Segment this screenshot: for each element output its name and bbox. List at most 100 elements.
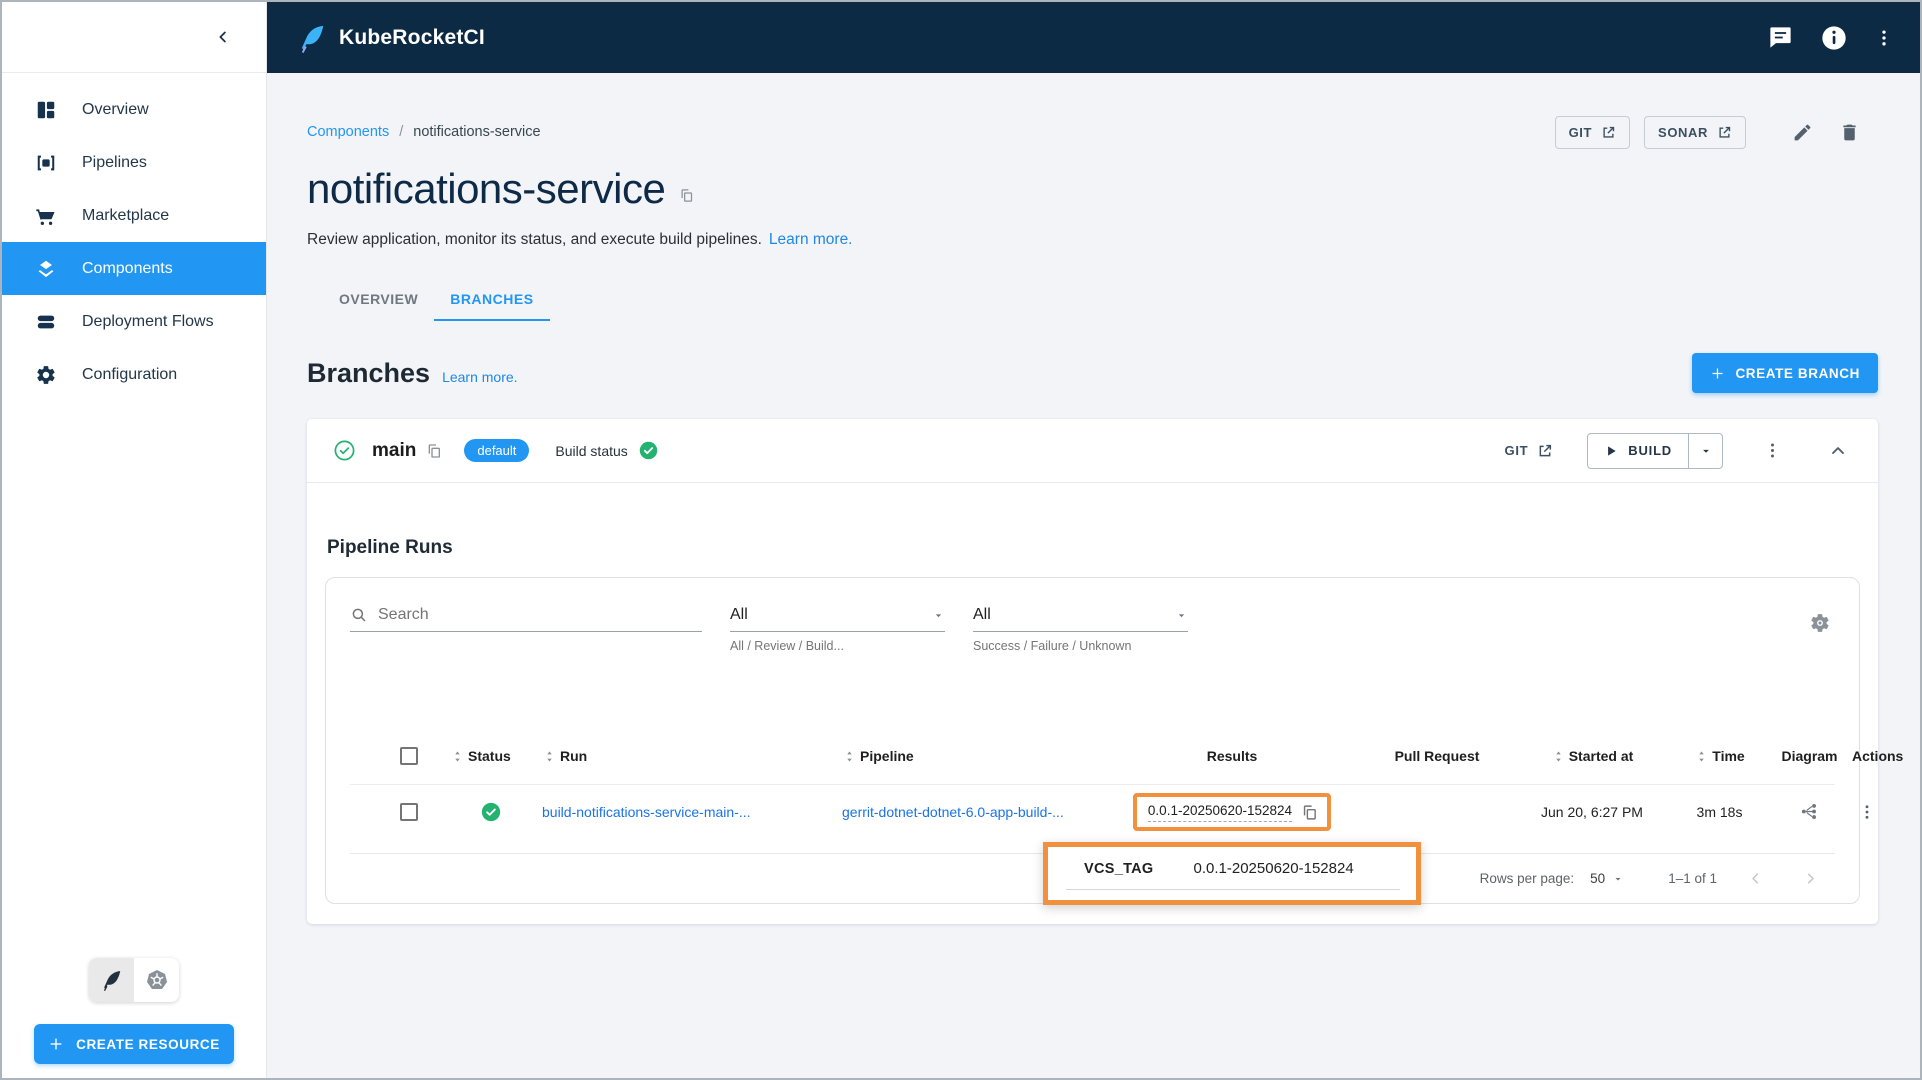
column-label: Results xyxy=(1206,748,1258,765)
column-header-run[interactable]: Run xyxy=(542,748,842,764)
kubernetes-view-toggle-button[interactable] xyxy=(134,958,179,1002)
sonar-external-button[interactable]: SONAR xyxy=(1644,115,1746,149)
pipelines-icon xyxy=(34,151,58,175)
sidebar-item-label: Components xyxy=(82,259,173,277)
run-name-link[interactable]: build-notifications-service-main-... xyxy=(542,804,751,820)
pipeline-type-filter-value: All xyxy=(730,606,748,623)
delete-component-button[interactable] xyxy=(1833,116,1866,149)
sidebar-header xyxy=(2,2,266,73)
column-label: Actions xyxy=(1852,748,1904,765)
breadcrumb-current: notifications-service xyxy=(413,124,541,140)
sidebar-item-marketplace[interactable]: Marketplace xyxy=(2,189,266,242)
branch-header-actions: GIT BUILD xyxy=(1505,432,1854,469)
feedback-button[interactable] xyxy=(1767,24,1794,51)
branches-learn-more-link[interactable]: Learn more. xyxy=(442,369,517,385)
select-all-checkbox[interactable] xyxy=(400,747,418,766)
sidebar-item-pipelines[interactable]: Pipelines xyxy=(2,136,266,189)
column-header-time[interactable]: Time xyxy=(1672,748,1767,764)
diagram-button[interactable] xyxy=(1793,795,1826,828)
build-split-button: BUILD xyxy=(1587,432,1723,469)
row-menu-button[interactable] xyxy=(1852,797,1882,827)
vcs-tag-tooltip: VCS_TAG 0.0.1-20250620-152824 xyxy=(1043,841,1421,905)
sidebar: Overview Pipelines Marketplace Component… xyxy=(2,2,267,1078)
branches-heading-row: Branches Learn more. CREATE BRANCH xyxy=(307,353,1878,393)
sidebar-collapse-button[interactable] xyxy=(214,28,232,46)
main-area: KubeRocketCI Components / notifications-… xyxy=(267,2,1920,1078)
copy-title-button[interactable] xyxy=(679,188,694,213)
create-resource-label: CREATE RESOURCE xyxy=(76,1036,220,1052)
breadcrumb-components-link[interactable]: Components xyxy=(307,124,389,140)
branch-menu-button[interactable] xyxy=(1757,435,1788,466)
caret-down-icon xyxy=(1699,444,1713,458)
sidebar-item-label: Configuration xyxy=(82,365,178,383)
learn-more-link[interactable]: Learn more. xyxy=(769,231,853,249)
git-external-button[interactable]: GIT xyxy=(1554,115,1631,149)
column-header-status[interactable]: Status xyxy=(450,748,542,764)
previous-page-button[interactable] xyxy=(1739,862,1772,895)
branch-name: main xyxy=(372,439,417,461)
topbar: KubeRocketCI xyxy=(267,2,1920,73)
rows-per-page-select[interactable]: 50 xyxy=(1590,871,1624,886)
tab-overview[interactable]: OVERVIEW xyxy=(323,277,434,321)
sidebar-item-configuration[interactable]: Configuration xyxy=(2,348,266,401)
copy-branch-name-button[interactable] xyxy=(426,443,442,459)
sidebar-item-overview[interactable]: Overview xyxy=(2,83,266,136)
chat-icon xyxy=(1767,24,1794,51)
column-label: Pipeline xyxy=(860,748,914,765)
sidebar-nav: Overview Pipelines Marketplace Component… xyxy=(2,73,266,401)
copy-icon xyxy=(1301,804,1318,821)
create-resource-button[interactable]: CREATE RESOURCE xyxy=(34,1024,234,1064)
results-cell: 0.0.1-20250620-152824 VCS_TAG 0.0.1-2025… xyxy=(1043,792,1421,905)
copy-icon xyxy=(679,188,694,203)
rows-per-page-value: 50 xyxy=(1590,871,1606,886)
pipeline-name-link[interactable]: gerrit-dotnet-dotnet-6.0-app-build-... xyxy=(842,804,1064,820)
pipeline-status-filter[interactable]: All Success / Failure / Unknown xyxy=(973,606,1188,653)
pipeline-runs-heading: Pipeline Runs xyxy=(327,537,453,558)
title-row: notifications-service xyxy=(307,165,1878,213)
kubernetes-icon xyxy=(145,968,169,992)
topbar-menu-button[interactable] xyxy=(1874,28,1894,48)
table-header-row: Status Run Pipeline Results Pull Request… xyxy=(350,741,1903,785)
edit-component-button[interactable] xyxy=(1786,116,1819,149)
results-version-text[interactable]: 0.0.1-20250620-152824 xyxy=(1147,803,1293,822)
build-button[interactable]: BUILD xyxy=(1588,434,1688,468)
branch-header: main default Build status GIT BUILD xyxy=(307,419,1878,483)
row-checkbox[interactable] xyxy=(400,802,418,821)
caret-down-icon xyxy=(1175,609,1188,622)
git-button-label: GIT xyxy=(1568,124,1593,140)
column-header-results: Results xyxy=(1102,748,1362,764)
sidebar-item-deployment-flows[interactable]: Deployment Flows xyxy=(2,295,266,348)
branch-body: Pipeline Runs Search All All / Review / … xyxy=(307,537,1903,924)
build-options-button[interactable] xyxy=(1688,433,1722,468)
column-header-pipeline[interactable]: Pipeline xyxy=(842,748,1102,764)
plus-icon xyxy=(1710,366,1725,381)
column-header-started-at[interactable]: Started at xyxy=(1512,748,1672,764)
search-input[interactable] xyxy=(378,606,702,624)
sidebar-item-components[interactable]: Components xyxy=(2,242,266,295)
build-success-icon xyxy=(638,440,659,461)
caret-down-icon xyxy=(1612,873,1624,885)
table-settings-button[interactable] xyxy=(1805,608,1835,638)
gear-icon xyxy=(34,363,58,387)
sort-icon xyxy=(450,749,465,764)
actions-cell xyxy=(1852,797,1882,827)
layers-icon xyxy=(34,257,58,281)
vcs-tag-key: VCS_TAG xyxy=(1084,860,1154,877)
chevron-left-icon xyxy=(1747,870,1764,887)
column-label: Time xyxy=(1712,748,1745,765)
pipeline-type-filter[interactable]: All All / Review / Build... xyxy=(730,606,945,653)
brand[interactable]: KubeRocketCI xyxy=(297,23,485,53)
copy-results-button[interactable] xyxy=(1301,804,1318,821)
search-icon xyxy=(350,606,368,624)
pipeline-status-filter-helper: Success / Failure / Unknown xyxy=(973,639,1132,653)
collapse-branch-button[interactable] xyxy=(1822,435,1854,467)
next-page-button[interactable] xyxy=(1794,862,1827,895)
tab-branches[interactable]: BRANCHES xyxy=(434,277,550,321)
create-branch-button[interactable]: CREATE BRANCH xyxy=(1692,353,1878,393)
krci-view-toggle-button[interactable] xyxy=(89,958,134,1002)
chevron-up-icon xyxy=(1828,441,1848,461)
info-button[interactable] xyxy=(1820,24,1848,52)
success-status-icon xyxy=(480,801,502,823)
branch-git-link[interactable]: GIT xyxy=(1505,443,1554,459)
logo-feather-icon xyxy=(297,23,327,53)
